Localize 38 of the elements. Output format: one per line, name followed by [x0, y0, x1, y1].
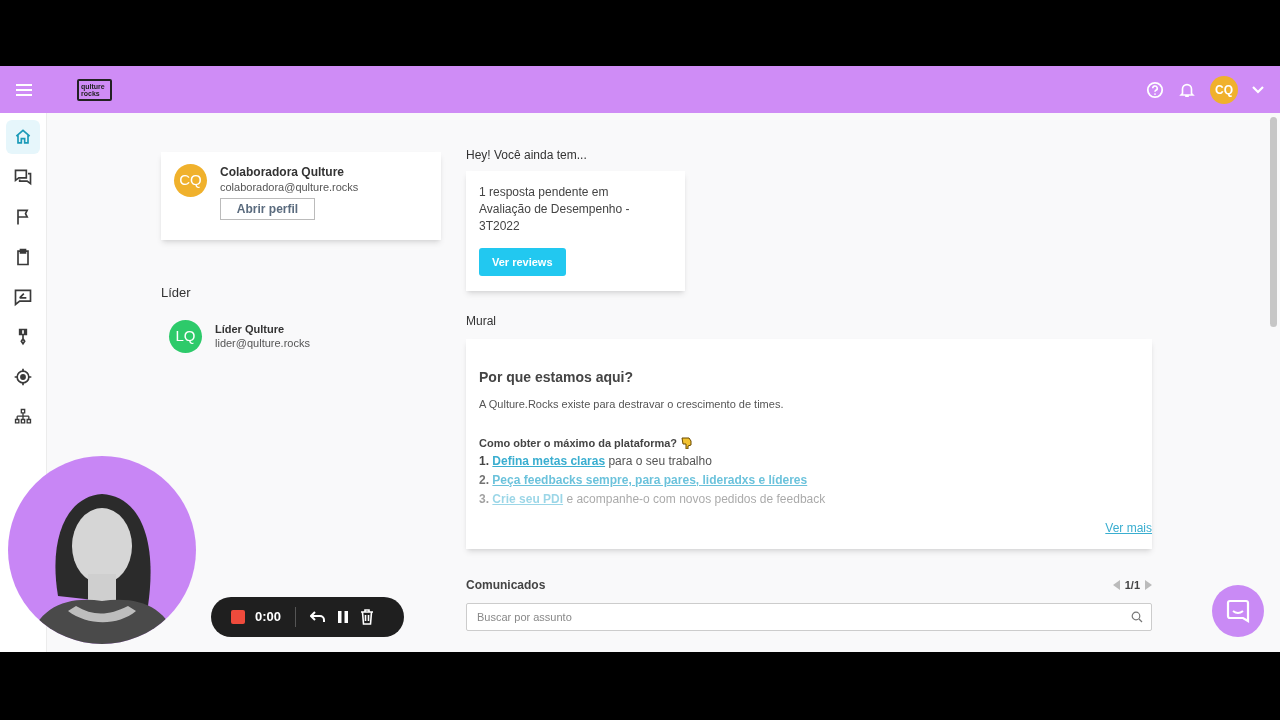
- page-indicator: 1/1: [1124, 577, 1140, 593]
- pencil-chat-icon: [13, 287, 33, 307]
- avatar: LQ: [169, 319, 202, 353]
- mural-title: Por que estamos aqui?: [479, 368, 635, 387]
- leader-email: lider@qulture.rocks: [215, 336, 310, 350]
- section-title: Mural: [466, 313, 497, 330]
- section-title: Hey! Você ainda tem...: [466, 147, 588, 164]
- profile-name: Colaboradora Qulture: [220, 164, 345, 180]
- user-avatar[interactable]: CQ: [1210, 75, 1238, 104]
- org-chart-icon: [13, 407, 33, 427]
- search-icon: [1131, 611, 1143, 623]
- mural-subheading: Como obter o máximo da plataforma?: [479, 435, 678, 451]
- list-item: 2. Peça feedbacks sempre, para pares, lideradxs e líderes: [479, 472, 809, 489]
- profile-email: colaboradora@qulture.rocks: [220, 180, 359, 195]
- section-title: Líder: [161, 284, 192, 302]
- link[interactable]: Defina metas claras: [492, 454, 606, 468]
- chat-bubbles-icon: [13, 167, 33, 187]
- view-reviews-button[interactable]: Ver reviews: [479, 248, 566, 276]
- chat-icon: [1225, 598, 1251, 624]
- scrollbar[interactable]: [1270, 117, 1277, 327]
- mural-text: A Qulture.Rocks existe para destravar o crescimento de times.: [479, 397, 785, 412]
- section-title: Comunicados: [466, 577, 546, 594]
- pending-text: 1 resposta pendente em Avaliação de Desempenho - 3T2022: [479, 184, 631, 235]
- search-field[interactable]: Buscar por assunto: [466, 603, 1152, 631]
- pause-icon[interactable]: [336, 610, 351, 624]
- avatar: CQ: [174, 164, 207, 197]
- link[interactable]: Peça feedbacks sempre, para pares, lideradxs e líderes: [492, 473, 808, 487]
- undo-icon[interactable]: [310, 610, 327, 624]
- leader-name: Líder Qulture: [215, 322, 286, 336]
- trash-icon[interactable]: [360, 609, 375, 625]
- open-profile-button[interactable]: Abrir perfil: [220, 198, 315, 220]
- list-item: 1. Defina metas claras para o seu trabalho: [479, 453, 713, 470]
- home-icon: [13, 127, 33, 147]
- list-item: 3. Crie seu PDI e acompanhe-o com novos pedidos de feedback: [479, 491, 827, 508]
- target-icon: [13, 367, 33, 387]
- recording-time: 0:00: [255, 608, 282, 627]
- see-more-link[interactable]: Ver mais: [1105, 519, 1152, 537]
- pointing-hand-icon: [680, 436, 693, 450]
